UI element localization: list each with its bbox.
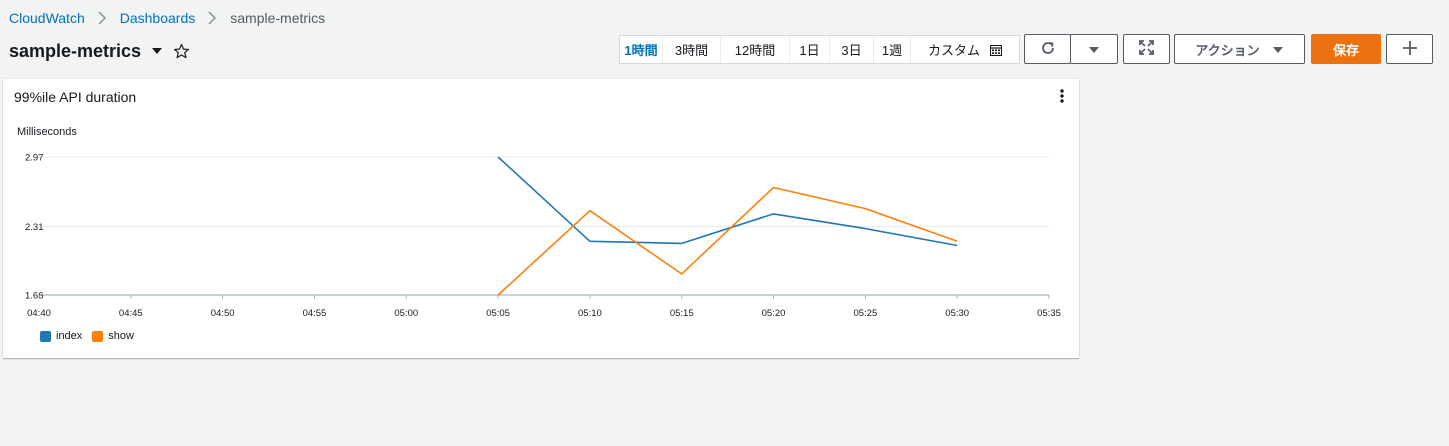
refresh-icon: [1040, 40, 1056, 59]
y-axis-label: Milliseconds: [17, 126, 77, 138]
time-range-3h[interactable]: 3時間: [663, 36, 721, 63]
chevron-right-icon: [97, 11, 107, 25]
legend-item-show[interactable]: show: [92, 330, 134, 342]
x-tick-label: 05:15: [670, 308, 694, 319]
x-tick-label: 05:05: [486, 308, 510, 319]
add-widget-button[interactable]: [1386, 34, 1433, 64]
time-range-custom[interactable]: カスタム: [911, 36, 1019, 63]
chart-legend: index show: [40, 330, 144, 342]
save-button[interactable]: 保存: [1311, 34, 1381, 64]
legend-swatch: [92, 330, 104, 342]
x-tick-label: 04:45: [119, 308, 143, 319]
time-range-1d[interactable]: 1日: [790, 36, 830, 63]
dashboard-dropdown-caret-icon[interactable]: [150, 44, 164, 58]
x-tick-label: 04:40: [27, 308, 51, 319]
actions-label: アクション: [1195, 42, 1260, 58]
x-tick-label: 04:55: [303, 308, 327, 319]
plus-icon: [1402, 40, 1417, 58]
favorite-star-icon[interactable]: [172, 42, 190, 60]
caret-down-icon: [1272, 42, 1284, 57]
title-row: sample-metrics: [9, 39, 190, 63]
metric-widget: 99%ile API duration Milliseconds 1.66 2.31…: [3, 79, 1079, 358]
x-tick-label: 05:35: [1037, 308, 1061, 319]
breadcrumb-cloudwatch-link[interactable]: CloudWatch: [9, 10, 85, 26]
y-tick-label: 1.66: [25, 291, 44, 302]
refresh-button[interactable]: [1024, 34, 1071, 64]
x-tick-label: 05:30: [945, 308, 969, 319]
time-range-custom-label: カスタム: [927, 43, 980, 58]
chevron-right-icon: [207, 11, 217, 25]
breadcrumb-dashboards-link[interactable]: Dashboards: [120, 10, 196, 26]
line-chart: Milliseconds 1.66 2.31 2.97 04:40 04:45 04:50 0…: [17, 126, 1061, 319]
breadcrumb: CloudWatch Dashboards sample-metrics: [9, 9, 325, 27]
page-title: sample-metrics: [9, 40, 142, 61]
time-range-1h[interactable]: 1時間: [620, 36, 663, 63]
legend-item-index[interactable]: index: [40, 330, 82, 342]
expand-icon: [1139, 40, 1154, 58]
x-tick-label: 04:50: [211, 308, 235, 319]
time-range-12h[interactable]: 12時間: [721, 36, 790, 63]
legend-label: show: [108, 330, 134, 342]
x-tick-label: 05:20: [762, 308, 786, 319]
x-tick-label: 05:10: [578, 308, 602, 319]
actions-dropdown-button[interactable]: アクション: [1174, 34, 1305, 64]
refresh-options-dropdown[interactable]: [1070, 34, 1118, 64]
time-range-1w[interactable]: 1週: [874, 36, 911, 63]
series-line-show: [497, 186, 958, 296]
y-tick-label: 2.31: [25, 222, 44, 233]
breadcrumb-current: sample-metrics: [230, 10, 326, 26]
calendar-icon: [990, 44, 1002, 56]
caret-down-icon: [1088, 42, 1100, 57]
y-tick-label: 2.97: [25, 153, 44, 164]
legend-swatch: [40, 330, 51, 342]
time-range-3d[interactable]: 3日: [830, 36, 874, 63]
x-tick-label: 05:00: [394, 308, 418, 319]
time-range-selector: 1時間 3時間 12時間 1日 3日 1週 カスタム: [619, 35, 1020, 64]
save-label: 保存: [1332, 42, 1359, 58]
x-tick-label: 05:25: [853, 308, 877, 319]
fullscreen-button[interactable]: [1123, 34, 1170, 64]
legend-label: index: [56, 330, 83, 342]
